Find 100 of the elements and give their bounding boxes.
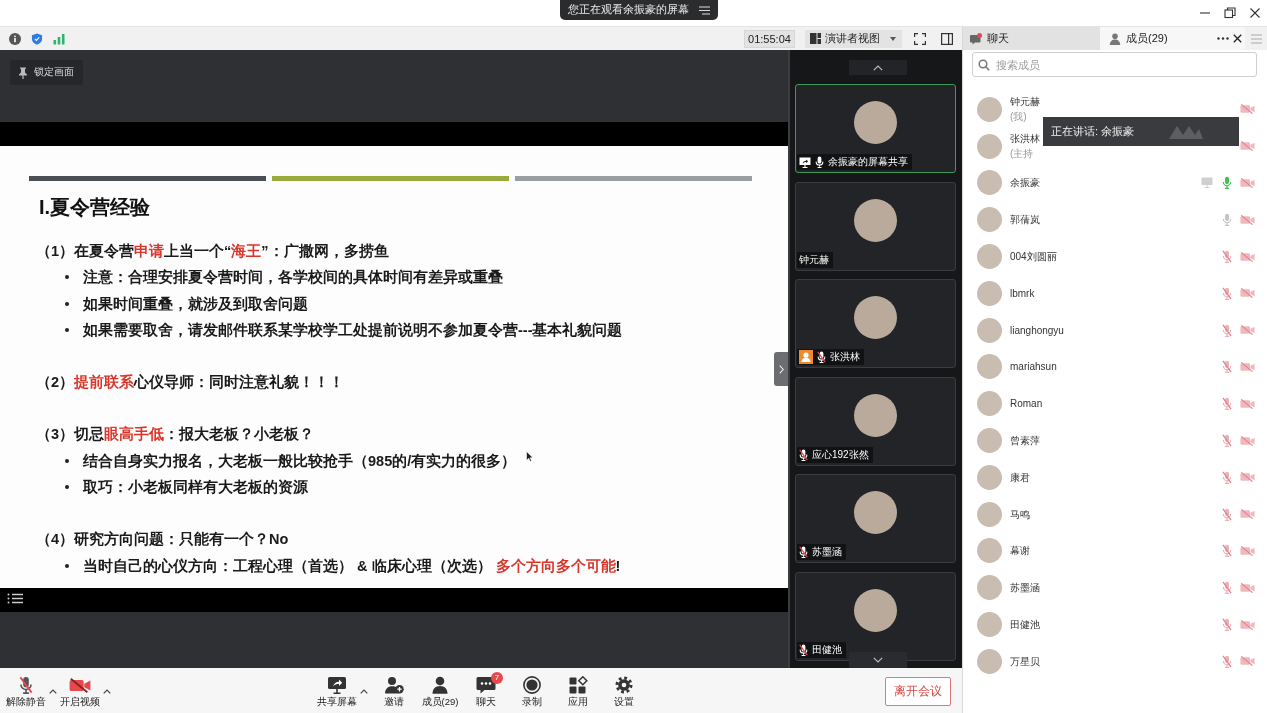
bullet-icon [65,328,69,333]
toolbar-button[interactable]: 邀请 [374,668,414,708]
apps-grid-icon [568,676,588,694]
caret-up-icon[interactable] [49,689,57,694]
record-icon [522,676,542,694]
restore-icon[interactable] [1224,7,1236,19]
search-field[interactable]: 搜索成员 [972,52,1257,77]
bullet-icon [65,458,69,463]
slide-heading: （2）提前联系心仪导师：同时注意礼貌！！！ [35,373,345,393]
slide-title: I.夏令营经验 [38,195,151,220]
toolbar-button[interactable]: 设置 [604,668,644,708]
user-avatar [977,501,1002,527]
participant-name: 张洪林 [830,350,860,365]
chevron-right-icon [778,364,784,374]
toolbar-button[interactable]: 开启视频 [59,668,101,708]
user-avatar [854,296,897,340]
toolbar-button[interactable]: 应用 [558,668,598,708]
user-avatar [977,428,1002,454]
info-icon[interactable] [9,32,21,45]
person-icon [430,676,450,694]
screen-share-icon [327,676,347,694]
user-avatar [977,538,1002,564]
member-name: lianghongyu [1010,323,1064,337]
user-avatar [977,354,1002,380]
slide-heading: （3）切忌眼高手低：报大老板？小老板？ [35,425,315,445]
member-name: 钟元赫 [1010,95,1040,109]
layout-icon [810,33,821,44]
member-name: 康君 [1010,470,1030,484]
user-avatar [977,464,1002,490]
caret-down-icon [890,36,896,41]
user-avatar [854,198,897,242]
toolbar-button[interactable]: 成员(29) [420,668,460,708]
user-avatar [977,317,1002,343]
leave-meeting-button[interactable]: 离开会议 [885,677,951,706]
member-name: lbmrk [1010,286,1035,300]
close-icon[interactable] [1233,34,1242,43]
member-name: 郭蒨岚 [1010,213,1040,227]
bullet-text: 当时自己的心仪方向：工程心理（首选） & 临床心理（次选） 多个方向多个可能! [83,556,621,576]
toolbar-button[interactable]: 解除静音 [5,668,47,708]
participant-name: 余振豪的屏幕共享 [828,155,908,169]
lock-view-button[interactable]: 锁定画面 [10,60,83,85]
side-panel-icon[interactable] [941,32,953,45]
bullet-icon [65,563,69,568]
gear-icon [614,676,634,694]
member-name: 田健池 [1010,618,1040,632]
participant-name: 钟元赫 [799,252,829,267]
user-avatar [977,170,1002,196]
add-person-icon [384,676,404,694]
bullet-text: 如果需要取舍，请发邮件联系某学校学工处提前说明不参加夏令营---基本礼貌问题 [83,320,623,340]
user-avatar [977,244,1002,270]
slide-list-icon[interactable] [7,593,23,604]
user-avatar [854,101,897,144]
sidebar-tab[interactable]: 聊天 [963,27,1100,50]
user-avatar [854,491,897,535]
caret-up-icon[interactable] [360,689,368,694]
pin-icon [18,66,28,79]
user-avatar [977,96,1002,122]
bullet-text: 如果时间重叠，就涉及到取舍问题 [83,294,308,314]
member-name: 苏墨涵 [1010,581,1040,595]
member-name: 004刘圆丽 [1010,250,1057,264]
user-avatar [977,133,1002,159]
search-icon [978,58,990,71]
meeting-timer: 01:55:04 [744,29,795,48]
banner-text: 您正在观看余振豪的屏幕 [568,3,689,17]
sidebar-tab[interactable]: 成员(29) [1100,27,1245,50]
bullet-text: 结合自身实力报名，大老板一般比较抢手（985的/有实力的很多） [83,451,517,471]
member-name: mariahsun [1010,360,1057,374]
member-name: 张洪林 [1010,132,1040,146]
member-name: 余振豪 [1010,176,1040,190]
user-avatar [977,575,1002,601]
bullet-text: 注意：合理安排夏令营时间，各学校间的具体时间有差异或重叠 [83,268,503,288]
caret-up-icon[interactable] [103,689,111,694]
user-avatar [977,207,1002,233]
unread-count-badge: 7 [491,672,503,684]
toolbar-button[interactable]: 录制 [512,668,552,708]
bullet-icon [65,275,69,280]
member-name: 曾素萍 [1010,434,1040,448]
bullet-icon [65,485,69,490]
chat-bubble-icon [476,676,496,694]
user-avatar [977,648,1002,674]
participant-name: 苏墨涵 [812,545,842,560]
member-role-label: (主持 [1010,147,1034,161]
user-avatar [854,393,897,437]
close-icon[interactable] [1249,7,1261,19]
mouse-cursor-icon [526,451,533,462]
speaking-text: 正在讲话: 余振豪 [1051,124,1135,139]
bullet-icon [65,301,69,306]
user-avatar [854,588,897,632]
member-name: 万星贝 [1010,654,1040,668]
member-name: 幕谢 [1010,544,1030,558]
camera-off-icon [69,677,91,693]
fullscreen-icon[interactable] [914,32,926,45]
member-name: Roman [1010,397,1043,411]
member-name: 马鸣 [1010,507,1030,521]
shield-icon[interactable] [31,32,43,45]
more-options-icon[interactable] [1217,37,1229,40]
member-role-label: (我) [1010,110,1027,124]
chevron-down-icon [873,657,883,663]
toolbar-button[interactable]: 共享屏幕 [316,668,358,708]
view-mode-dropdown[interactable]: 演讲者视图 [805,29,902,48]
